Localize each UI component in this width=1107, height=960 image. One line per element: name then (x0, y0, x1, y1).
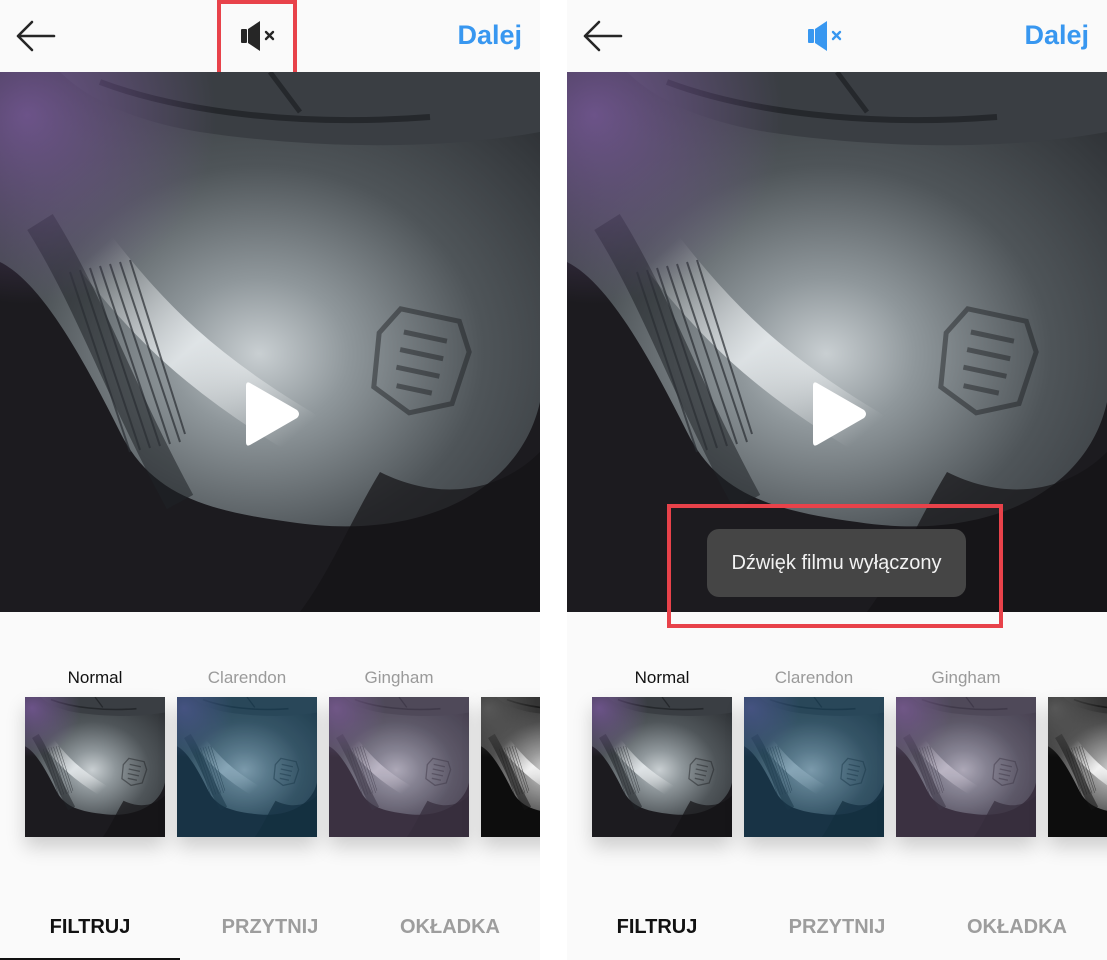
filter-m[interactable]: M (481, 664, 540, 836)
filter-clarendon[interactable]: Clarendon (744, 664, 884, 837)
filter-label: Normal (634, 668, 690, 687)
filter-label: Clarendon (774, 668, 854, 687)
top-bar: Dalej (0, 0, 540, 72)
video-preview[interactable]: Dźwięk filmu wyłączony (567, 72, 1107, 612)
top-bar: Dalej (567, 0, 1107, 72)
filter-label: Gingham (364, 668, 434, 687)
tab-filtruj[interactable]: FILTRUJ (567, 896, 747, 960)
filter-label: Gingham (931, 668, 1001, 687)
back-button[interactable] (14, 18, 58, 54)
filter-label: Clarendon (207, 668, 287, 687)
next-button[interactable]: Dalej (1024, 20, 1089, 51)
mute-toggle-button[interactable] (803, 18, 851, 54)
bottom-tabs: FILTRUJ PRZYTNIJ OKŁADKA (567, 896, 1107, 960)
filter-m[interactable]: M (1048, 664, 1107, 836)
back-button[interactable] (581, 18, 625, 54)
filter-thumbnail (329, 697, 469, 837)
filter-label: M (1048, 668, 1107, 688)
filter-thumbnail (592, 697, 732, 837)
filter-thumbnail (1048, 697, 1107, 837)
filter-thumbnail (177, 697, 317, 837)
play-button[interactable] (807, 377, 871, 451)
tab-filtruj[interactable]: FILTRUJ (0, 896, 180, 960)
filter-normal[interactable]: Normal (592, 664, 732, 836)
filter-clarendon[interactable]: Clarendon (177, 664, 317, 837)
mute-toggle-button[interactable] (236, 18, 284, 54)
tab-przytnij[interactable]: PRZYTNIJ (747, 896, 927, 960)
filter-thumbnail (744, 697, 884, 837)
filter-strip: Normal Clarendon Gingham M (0, 664, 540, 844)
tab-okladka[interactable]: OKŁADKA (927, 896, 1107, 960)
filter-label: Normal (67, 668, 123, 687)
screen-left: Dalej Normal Clarendon Gingham FILTRUJ P… (0, 0, 540, 960)
bottom-tabs: FILTRUJ PRZYTNIJ OKŁADKA (0, 896, 540, 960)
filter-thumbnail (25, 697, 165, 837)
tab-okladka[interactable]: OKŁADKA (360, 896, 540, 960)
next-button[interactable]: Dalej (457, 20, 522, 51)
filter-thumbnail (481, 697, 540, 837)
filter-label: M (481, 668, 540, 688)
video-frame-image (0, 72, 540, 612)
filter-thumbnail (896, 697, 1036, 837)
screen-right: Dalej Dźwięk filmu wyłączony Normal Clar… (567, 0, 1107, 960)
speaker-muted-icon (808, 21, 842, 51)
play-icon (246, 382, 299, 446)
filter-gingham[interactable]: Gingham (329, 664, 469, 837)
arrow-left-icon (583, 20, 623, 52)
speaker-muted-icon (241, 21, 275, 51)
arrow-left-icon (16, 20, 56, 52)
tab-przytnij[interactable]: PRZYTNIJ (180, 896, 360, 960)
play-button[interactable] (240, 377, 304, 451)
video-preview[interactable] (0, 72, 540, 612)
sound-off-toast: Dźwięk filmu wyłączony (707, 529, 966, 597)
filter-gingham[interactable]: Gingham (896, 664, 1036, 837)
filter-normal[interactable]: Normal (25, 664, 165, 836)
play-icon (813, 382, 866, 446)
filter-strip: Normal Clarendon Gingham M (567, 664, 1107, 844)
